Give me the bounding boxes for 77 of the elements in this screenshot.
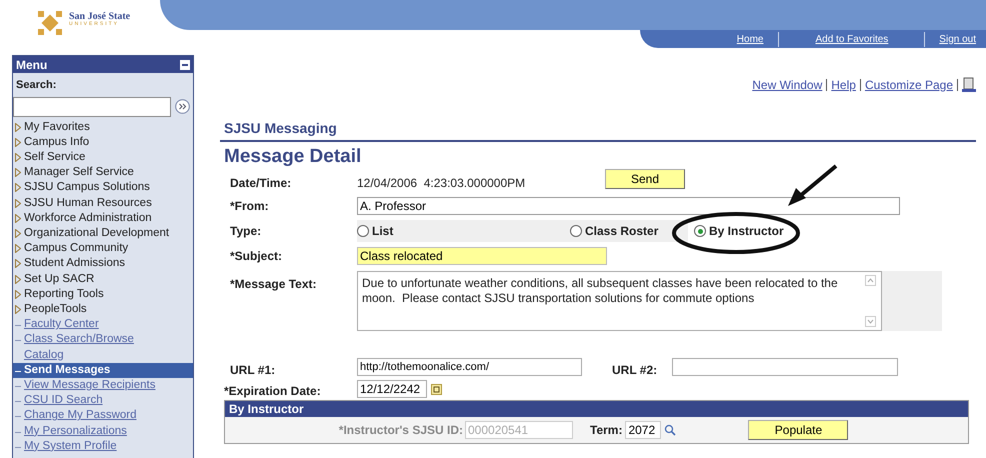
search-icon[interactable] xyxy=(664,424,676,436)
field-label: URL #1: xyxy=(230,362,276,379)
panel-title: By Instructor xyxy=(229,401,304,418)
populate-button[interactable]: Populate xyxy=(748,420,848,440)
term-field[interactable]: 2072 xyxy=(625,421,662,439)
url-field[interactable] xyxy=(672,358,898,376)
field-label: URL #2: xyxy=(611,362,658,379)
logo-emblem-icon xyxy=(35,8,65,38)
annotation-arrow xyxy=(788,164,838,206)
field-label: *From: xyxy=(230,198,270,215)
menu-item[interactable]: Campus Community xyxy=(13,241,193,256)
menu-item[interactable]: SJSU Human Resources xyxy=(13,196,193,211)
field-label: *Subject: xyxy=(230,248,284,265)
dash-icon xyxy=(15,446,21,448)
menu-item[interactable]: Reporting Tools xyxy=(13,286,193,302)
date-time-value: 12/04/2006 4:23:03.000000PM xyxy=(357,175,526,192)
collapse-icon[interactable] xyxy=(180,60,190,70)
page-link[interactable]: New Window xyxy=(752,76,822,94)
go-icon[interactable] xyxy=(175,99,190,114)
dash-icon xyxy=(15,325,21,326)
menu-item[interactable]: Class Search/Browse Catalog xyxy=(13,332,193,363)
dash-icon xyxy=(15,340,21,342)
menu-item[interactable]: My Favorites xyxy=(13,120,193,135)
logo-name: San José State xyxy=(69,12,130,22)
menu-item[interactable]: Student Admissions xyxy=(13,256,193,272)
radio-label: Class Roster xyxy=(585,223,658,240)
menu-item[interactable]: Self Service xyxy=(13,150,193,166)
menu-item[interactable]: Organizational Development xyxy=(13,226,193,242)
message-text-line: moon. Please contact SJSU transportation solutions for commute options xyxy=(362,291,756,306)
radio-label: By Instructor xyxy=(709,223,784,240)
menu-item[interactable]: PeopleTools xyxy=(13,302,193,318)
nav-link[interactable]: Sign out xyxy=(925,32,986,46)
page-link[interactable]: Customize Page xyxy=(864,76,953,94)
menu-item[interactable]: Send Messages xyxy=(13,362,193,378)
menu-item[interactable]: CSU ID Search xyxy=(13,393,193,408)
dash-icon xyxy=(15,386,21,387)
message-text-line: Due to unfortunate weather conditions, all subsequent classes have been relocated to the xyxy=(362,276,839,291)
send-button[interactable]: Send xyxy=(605,169,685,189)
menu-item[interactable]: SJSU Campus Solutions xyxy=(13,180,193,196)
document-icon[interactable] xyxy=(962,77,976,93)
field-label: Date/Time: xyxy=(230,175,292,192)
radio-button[interactable] xyxy=(570,225,582,237)
message-textarea[interactable]: Due to unfortunate weather conditions, all subsequent classes have been relocated to the moon. Please contact SJSU transportation solutions for commute options xyxy=(357,271,882,331)
field-label: Term: xyxy=(590,422,622,439)
dash-icon xyxy=(15,416,21,418)
menu-item[interactable]: Change My Password xyxy=(13,408,193,424)
page-link[interactable]: Help xyxy=(831,76,856,94)
radio-label: List xyxy=(372,223,394,240)
dash-icon xyxy=(15,432,21,433)
page-title: Message Detail xyxy=(223,145,362,169)
dash-icon xyxy=(15,401,21,402)
field-label: *Expiration Date: xyxy=(224,383,322,400)
radio-button[interactable] xyxy=(694,225,706,237)
menu-title: Menu xyxy=(16,56,48,74)
search-label: Search: xyxy=(15,78,58,93)
menu-item[interactable]: My System Profile xyxy=(13,438,193,454)
subject-field[interactable]: Class relocated xyxy=(357,247,607,265)
expiration-date-field[interactable]: 12/12/2242 xyxy=(357,380,427,398)
menu-item[interactable]: View Message Recipients xyxy=(13,378,193,394)
menu-item[interactable]: Campus Info xyxy=(13,134,193,150)
menu-item[interactable]: Workforce Administration xyxy=(13,210,193,226)
menu-item[interactable]: Set Up SACR xyxy=(13,272,193,287)
section-title: SJSU Messaging xyxy=(220,118,976,142)
from-field[interactable]: A. Professor xyxy=(357,197,900,215)
nav-link[interactable]: Add to Favorites xyxy=(779,32,924,46)
url-field[interactable]: http://tothemoonalice.com/ xyxy=(357,358,582,376)
search-field[interactable] xyxy=(13,96,171,116)
calendar-icon[interactable] xyxy=(431,384,442,394)
menu-item[interactable]: Manager Self Service xyxy=(13,165,193,180)
menu-item[interactable]: Faculty Center xyxy=(13,317,193,332)
field-label: *Instructor's SJSU ID: xyxy=(338,422,464,439)
radio-button[interactable] xyxy=(357,225,369,237)
nav-link[interactable]: Home xyxy=(722,32,778,46)
field-label: *Message Text: xyxy=(230,276,318,293)
field-label: Type: xyxy=(230,223,262,240)
menu-item[interactable]: My Personalizations xyxy=(13,424,193,439)
dash-icon xyxy=(15,370,21,372)
